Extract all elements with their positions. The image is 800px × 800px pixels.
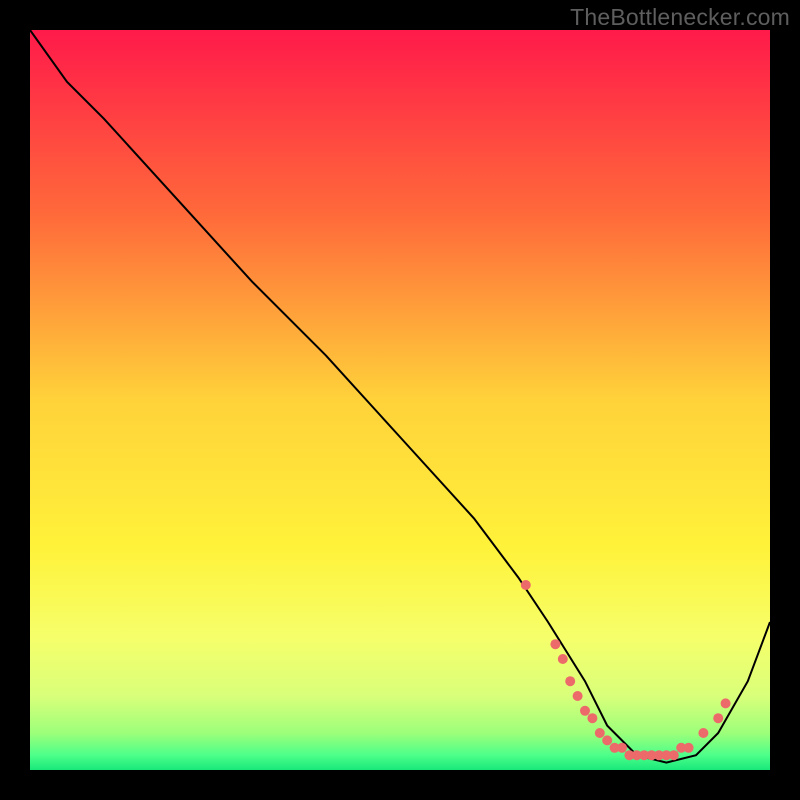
plot-svg [30,30,770,770]
chart-stage: TheBottlenecker.com [0,0,800,800]
marker-dot [580,706,590,716]
marker-dot [550,639,560,649]
marker-dot [617,743,627,753]
marker-dot [573,691,583,701]
marker-dot [713,713,723,723]
marker-dot [595,728,605,738]
marker-dot [684,743,694,753]
marker-dot [587,713,597,723]
watermark-text: TheBottlenecker.com [570,4,790,31]
plot-box [30,30,770,770]
marker-dot [565,676,575,686]
marker-dot [669,750,679,760]
marker-dot [721,698,731,708]
marker-dot [602,735,612,745]
marker-dot [698,728,708,738]
gradient-rect [30,30,770,770]
marker-dot [558,654,568,664]
marker-dot [521,580,531,590]
